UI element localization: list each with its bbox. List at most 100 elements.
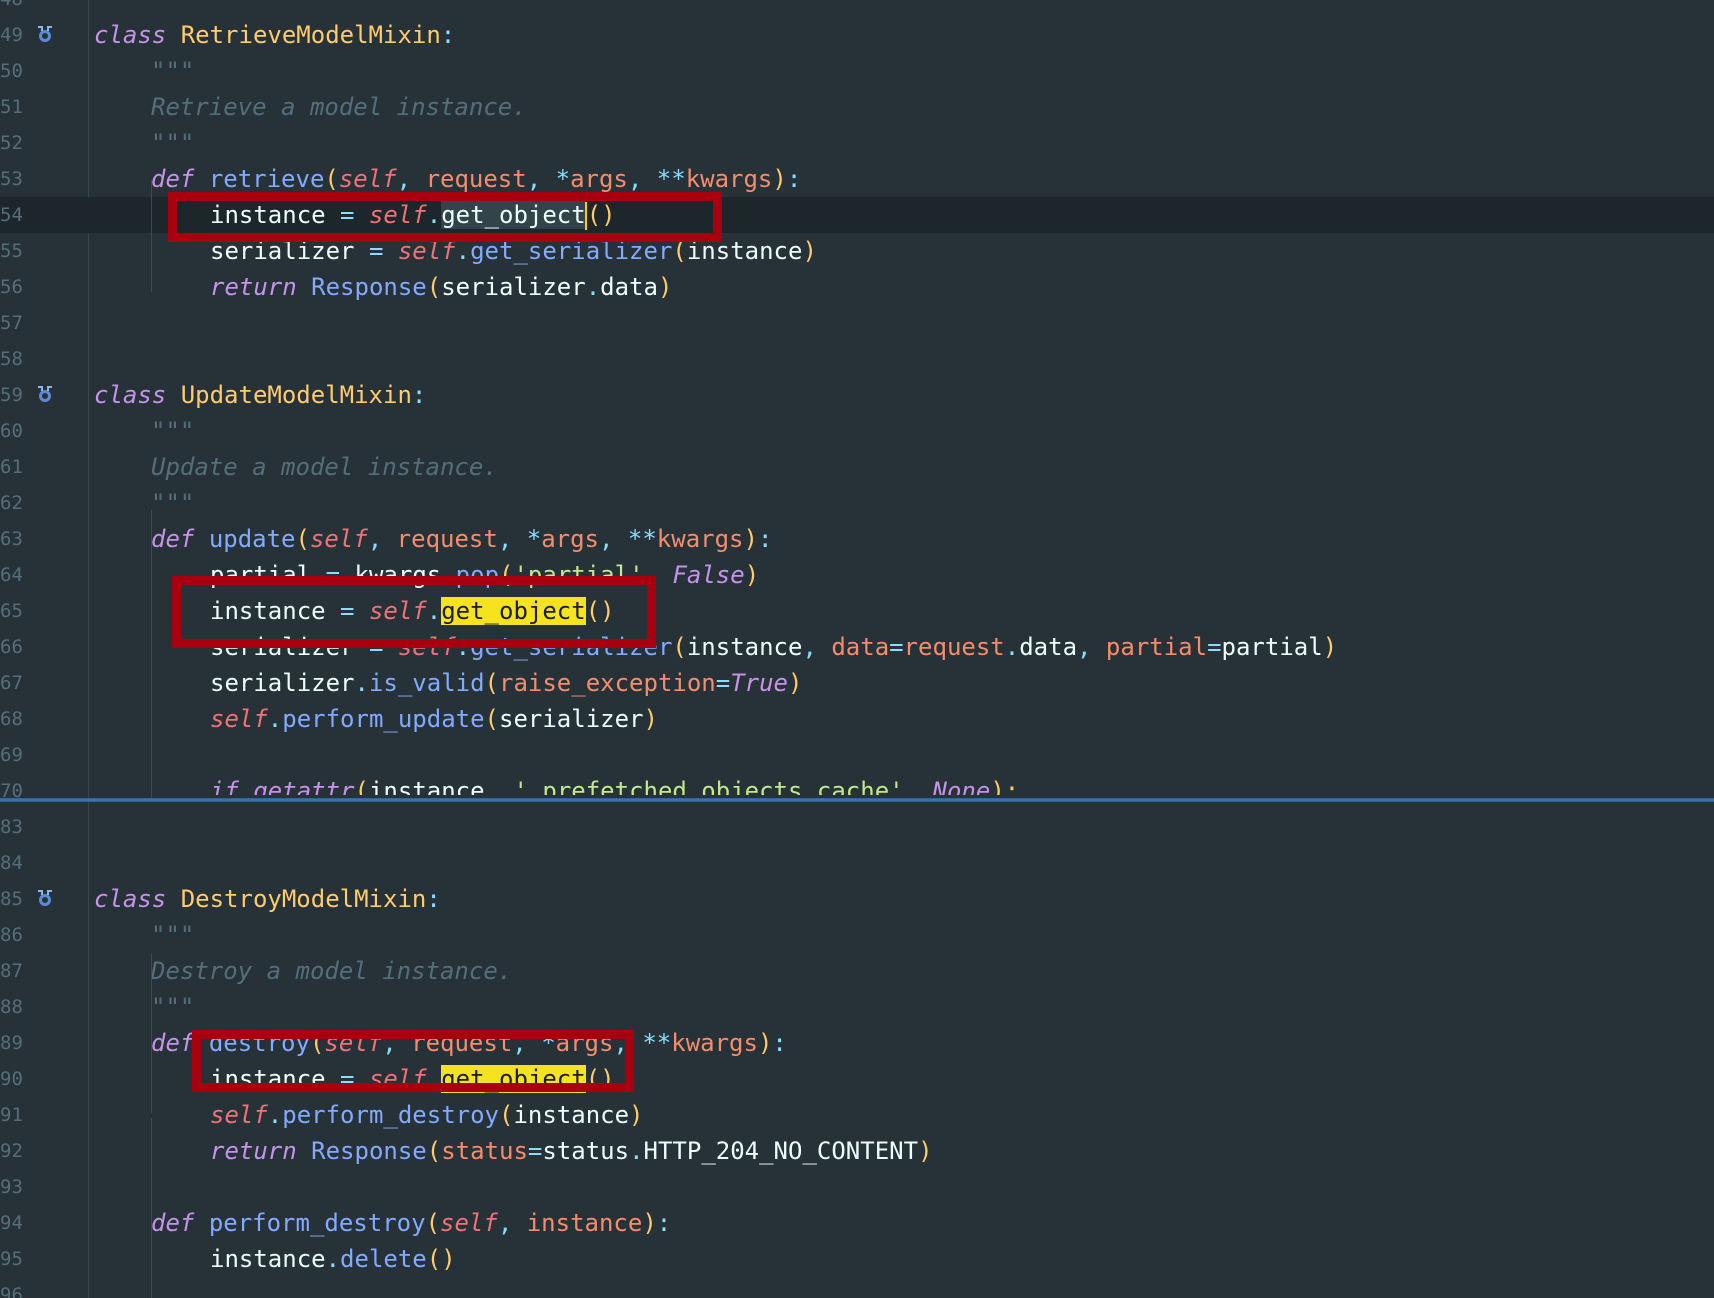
code-token: if: [210, 777, 239, 795]
code-token: return: [210, 273, 297, 301]
line-number: 61: [0, 456, 23, 478]
code-line[interactable]: 91 self.perform_destroy(instance): [0, 1097, 1714, 1133]
code-line[interactable]: 96: [0, 1277, 1714, 1298]
line-number: 55: [0, 240, 23, 262]
code-text[interactable]: if getattr(instance, '_prefetched_object…: [210, 773, 1019, 795]
code-text[interactable]: serializer.is_valid(raise_exception=True…: [210, 665, 802, 701]
code-line[interactable]: 57: [0, 305, 1714, 341]
class-hierarchy-icon[interactable]: [34, 383, 56, 405]
line-number: 87: [0, 960, 23, 982]
code-line[interactable]: 50 """: [0, 53, 1714, 89]
code-token: Update a model instance.: [151, 453, 498, 481]
code-line[interactable]: 68 self.perform_update(serializer): [0, 701, 1714, 737]
code-line[interactable]: 58: [0, 341, 1714, 377]
code-line[interactable]: 88 """: [0, 989, 1714, 1025]
code-text[interactable]: """: [151, 989, 194, 1025]
code-line[interactable]: 48: [0, 0, 1714, 17]
code-token: :: [426, 885, 441, 913]
line-number: 56: [0, 276, 23, 298]
code-token: kwargs: [656, 525, 744, 553]
code-line[interactable]: 83: [0, 809, 1714, 845]
code-text[interactable]: self.perform_destroy(instance): [210, 1097, 644, 1133]
indent-guide: [151, 1118, 152, 1298]
code-line[interactable]: 93: [0, 1169, 1714, 1205]
line-number: 57: [0, 312, 23, 334]
code-line[interactable]: 67 serializer.is_valid(raise_exception=Tr…: [0, 665, 1714, 701]
code-line[interactable]: 95 instance.delete(): [0, 1241, 1714, 1277]
code-text[interactable]: class DestroyModelMixin:: [94, 881, 441, 917]
code-line[interactable]: 61 Update a model instance.: [0, 449, 1714, 485]
code-token: instance: [686, 633, 803, 661]
code-text[interactable]: def update(self, request, *args, **kwarg…: [151, 521, 772, 557]
code-line[interactable]: 52 """: [0, 125, 1714, 161]
class-hierarchy-icon[interactable]: [34, 887, 56, 909]
code-line[interactable]: 92 return Response(status=status.HTTP_204…: [0, 1133, 1714, 1169]
code-line[interactable]: 63 def update(self, request, *args, **kwa…: [0, 521, 1714, 557]
code-token: =: [889, 633, 904, 661]
code-line[interactable]: 60 """: [0, 413, 1714, 449]
code-token: (: [499, 1101, 514, 1129]
code-line[interactable]: 86 """: [0, 917, 1714, 953]
code-text[interactable]: """: [151, 917, 194, 953]
code-text[interactable]: """: [151, 53, 194, 89]
code-token: self: [440, 1209, 498, 1237]
code-token: RetrieveModelMixin: [180, 21, 441, 49]
code-token: .: [325, 1245, 341, 1273]
code-text[interactable]: class UpdateModelMixin:: [94, 377, 426, 413]
line-number: 65: [0, 600, 23, 622]
code-text[interactable]: Update a model instance.: [151, 449, 498, 485]
code-text[interactable]: class RetrieveModelMixin:: [94, 17, 455, 53]
code-line[interactable]: 62 """: [0, 485, 1714, 521]
code-text[interactable]: self.perform_update(serializer): [210, 701, 658, 737]
folded-region-separator[interactable]: [0, 798, 1714, 802]
code-line[interactable]: 59 class UpdateModelMixin:: [0, 377, 1714, 413]
code-text[interactable]: instance.delete(): [210, 1241, 456, 1277]
code-text[interactable]: return Response(status=status.HTTP_204_N…: [210, 1133, 933, 1169]
code-token: ,: [1077, 633, 1106, 661]
code-text[interactable]: Destroy a model instance.: [151, 953, 512, 989]
code-token: ): [757, 1029, 773, 1057]
class-hierarchy-icon[interactable]: [34, 23, 56, 45]
code-line[interactable]: 87 Destroy a model instance.: [0, 953, 1714, 989]
line-number: 92: [0, 1140, 23, 1162]
code-token: class: [94, 381, 167, 409]
code-token: .: [585, 273, 601, 301]
code-line[interactable]: 56 return Response(serializer.data): [0, 269, 1714, 305]
code-token: status: [441, 1137, 528, 1165]
line-number: 69: [0, 744, 23, 766]
code-line[interactable]: 94 def perform_destroy(self, instance):: [0, 1205, 1714, 1241]
code-token: True: [730, 669, 788, 697]
line-number: 86: [0, 924, 23, 946]
code-token: ): [629, 1101, 644, 1129]
line-number: 93: [0, 1176, 23, 1198]
line-number: 49: [0, 24, 23, 46]
code-token: ,: [903, 777, 933, 795]
code-token: """: [151, 57, 195, 85]
code-line[interactable]: 70 if getattr(instance, '_prefetched_obje…: [0, 773, 1714, 809]
code-token: class: [94, 21, 167, 49]
code-token: def: [151, 165, 195, 193]
code-text[interactable]: """: [151, 125, 194, 161]
code-line[interactable]: 85 class DestroyModelMixin:: [0, 881, 1714, 917]
code-line[interactable]: 69: [0, 737, 1714, 773]
code-line[interactable]: 51 Retrieve a model instance.: [0, 89, 1714, 125]
line-number: 50: [0, 60, 23, 82]
line-number: 64: [0, 564, 23, 586]
code-text[interactable]: return Response(serializer.data): [210, 269, 672, 305]
code-text[interactable]: """: [151, 485, 194, 521]
code-token: **: [656, 165, 686, 193]
code-token: ): [642, 1209, 657, 1237]
code-text[interactable]: Retrieve a model instance.: [151, 89, 527, 125]
code-text[interactable]: def perform_destroy(self, instance):: [151, 1205, 671, 1241]
code-line[interactable]: 84: [0, 845, 1714, 881]
code-text[interactable]: """: [151, 413, 194, 449]
code-editor[interactable]: 48 49 class RetrieveModelMixin: 50 """ 51 Retr…: [0, 0, 1714, 1298]
code-token: ): [788, 669, 803, 697]
code-token: self: [210, 1101, 268, 1129]
code-line[interactable]: 49 class RetrieveModelMixin:: [0, 17, 1714, 53]
